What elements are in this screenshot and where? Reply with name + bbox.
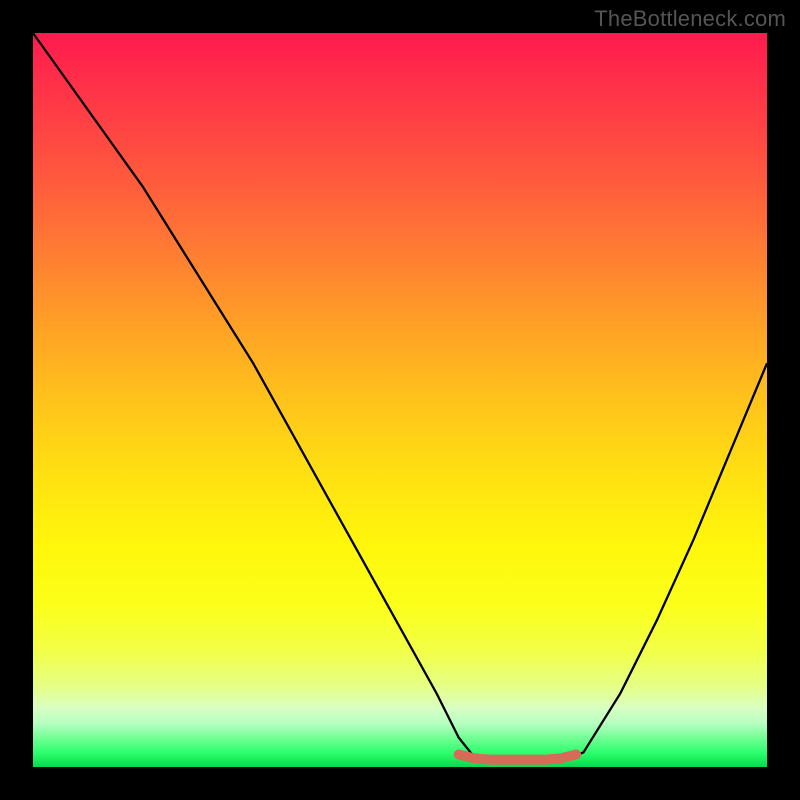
flat-segment-marker	[459, 755, 576, 760]
chart-svg	[33, 33, 767, 767]
chart-frame: TheBottleneck.com	[0, 0, 800, 800]
bottleneck-curve	[33, 33, 767, 763]
watermark-text: TheBottleneck.com	[594, 6, 786, 32]
plot-area	[33, 33, 767, 767]
